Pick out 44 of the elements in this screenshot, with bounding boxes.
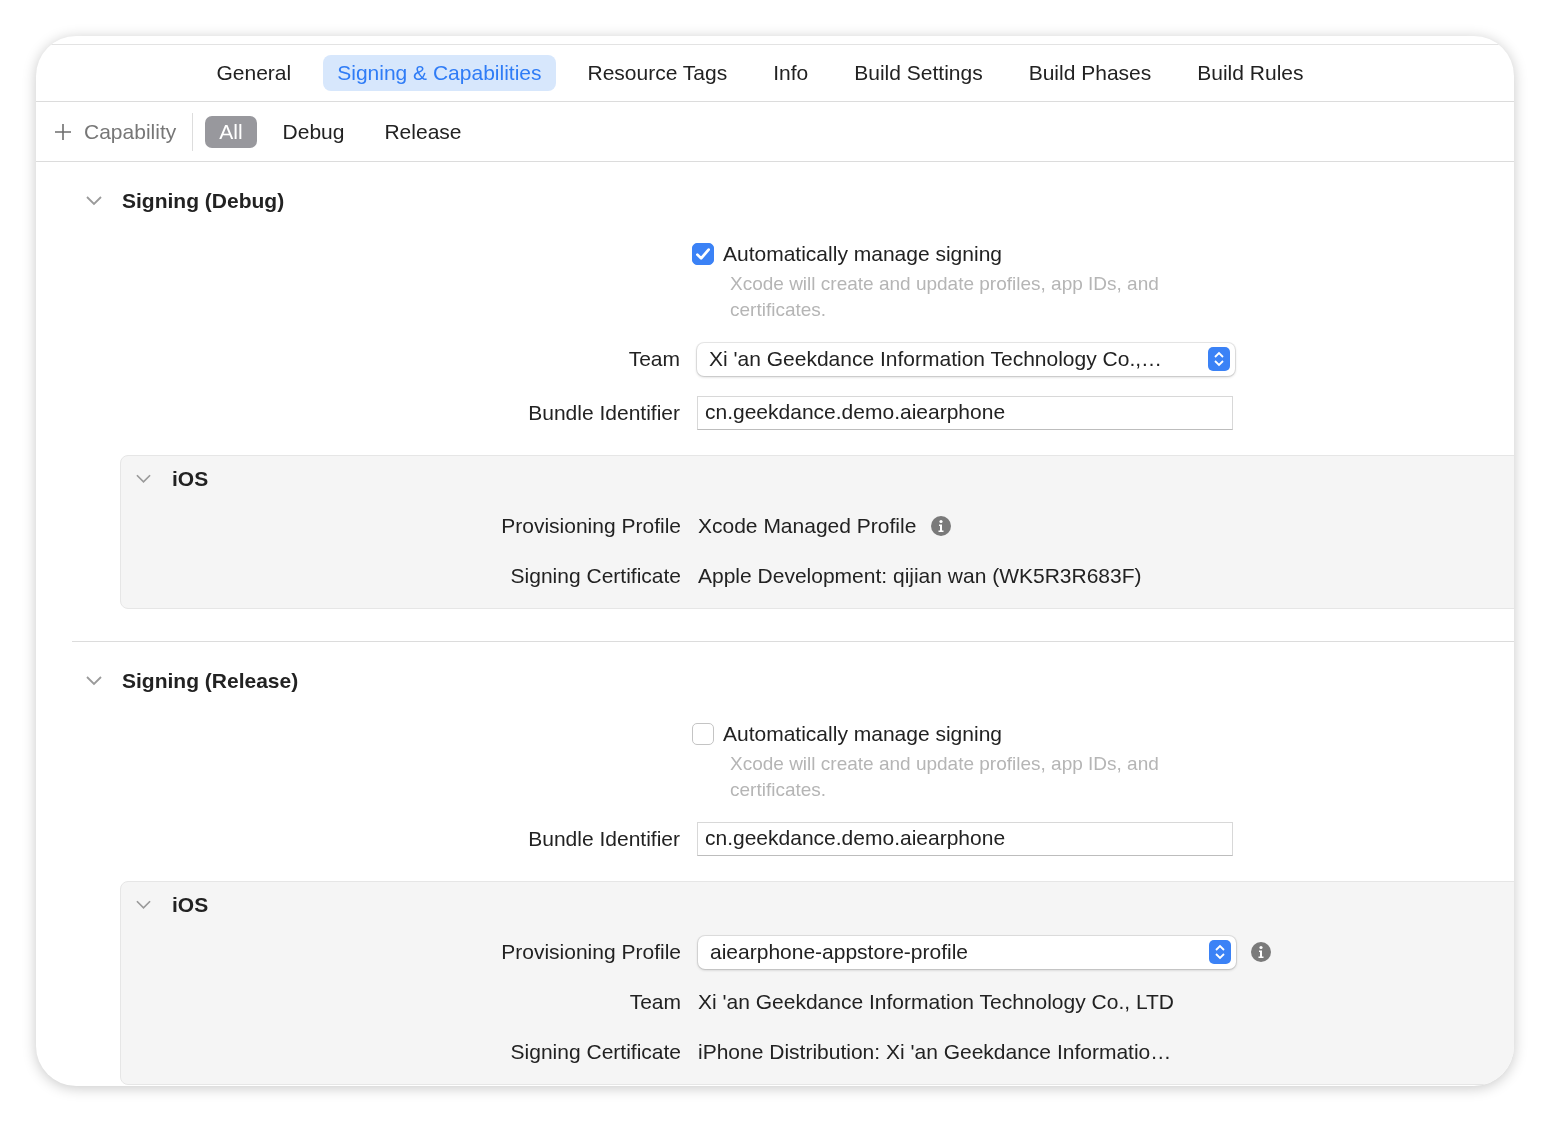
platform-title: iOS xyxy=(172,893,209,917)
tab[interactable]: Resource Tags xyxy=(573,55,742,91)
profile-popup[interactable]: aiearphone-appstore-profile xyxy=(698,935,1236,969)
hint-text: Xcode will create and update profiles, app IDs, and certificates. xyxy=(730,752,1160,802)
hint-text: Xcode will create and update profiles, app IDs, and certificates. xyxy=(730,272,1160,322)
field-label: Provisioning Profile xyxy=(500,514,681,538)
bundle-id-field[interactable]: cn.geekdance.demo.aiearphone xyxy=(697,396,1233,430)
platform-title: iOS xyxy=(172,467,209,491)
field-label: Provisioning Profile xyxy=(500,940,681,964)
tab[interactable]: Build Settings xyxy=(840,55,997,91)
chevron-icon[interactable] xyxy=(136,474,151,484)
plus-icon xyxy=(54,122,72,141)
field-label: Team xyxy=(628,990,681,1014)
field-label: Team xyxy=(627,347,680,371)
field-label: Signing Certificate xyxy=(509,564,681,588)
checkbox[interactable] xyxy=(692,243,714,265)
field-label: Bundle Identifier xyxy=(527,401,680,425)
tab[interactable]: Build Phases xyxy=(1014,55,1166,91)
checkbox-label: Automatically manage signing xyxy=(723,722,1002,746)
field-value: Xi 'an Geekdance Information Technology Co., LTD xyxy=(698,990,1174,1014)
add-capability-button[interactable]: Capability xyxy=(54,119,177,144)
field-value: Apple Development: qijian wan (WK5R3R683F) xyxy=(698,564,1142,588)
field-label: Signing Certificate xyxy=(509,1040,681,1064)
filter-button[interactable]: Debug xyxy=(268,115,359,148)
section-title: Signing (Debug) xyxy=(122,189,285,213)
checkbox[interactable] xyxy=(692,723,714,745)
filter-button[interactable]: Release xyxy=(370,115,476,148)
field-value: Xcode Managed Profile xyxy=(698,514,917,538)
chevron-icon[interactable] xyxy=(136,900,151,910)
stepper-arrows-icon xyxy=(1208,347,1230,371)
checkbox-label: Automatically manage signing xyxy=(723,242,1002,266)
stepper-arrows-icon xyxy=(1209,940,1231,964)
field-value: iPhone Distribution: Xi 'an Geekdance Informatio… xyxy=(698,1040,1172,1064)
team-popup[interactable]: Xi 'an Geekdance Information Technology Co.,… xyxy=(697,342,1235,376)
info-icon[interactable] xyxy=(931,516,952,536)
chevron-icon[interactable] xyxy=(86,196,102,206)
tab[interactable]: Info xyxy=(759,55,823,91)
tab[interactable]: General xyxy=(202,55,306,91)
info-icon[interactable] xyxy=(1251,942,1271,962)
bundle-id-field[interactable]: cn.geekdance.demo.aiearphone xyxy=(697,822,1233,856)
tab[interactable]: Build Rules xyxy=(1183,55,1318,91)
field-label: Bundle Identifier xyxy=(527,827,680,851)
chevron-icon[interactable] xyxy=(86,676,102,686)
section-title: Signing (Release) xyxy=(122,669,299,693)
